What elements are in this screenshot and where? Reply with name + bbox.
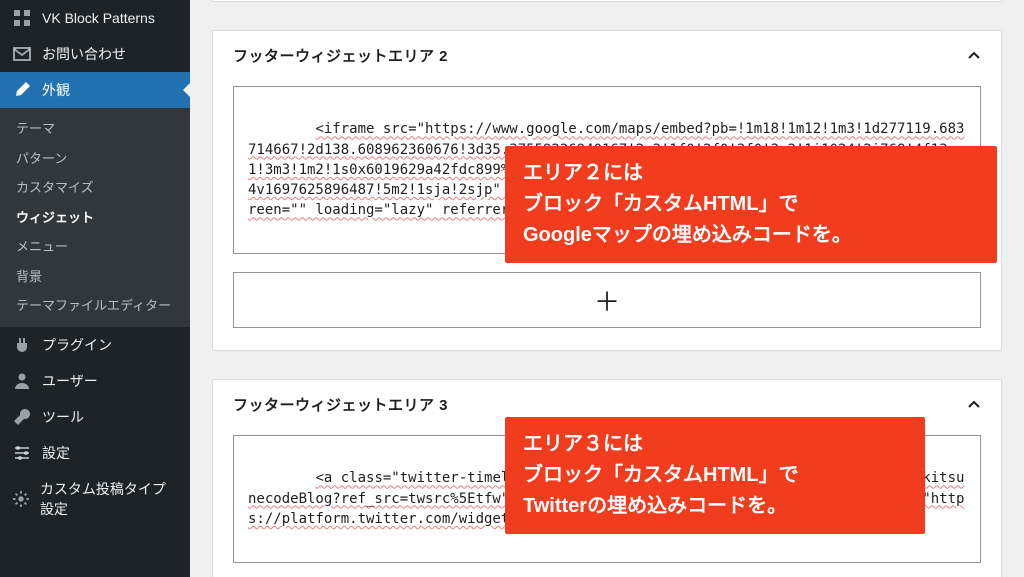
grid-icon bbox=[12, 8, 32, 28]
sliders-icon bbox=[12, 443, 32, 463]
chevron-up-icon bbox=[967, 49, 981, 63]
chevron-up-icon bbox=[967, 398, 981, 412]
user-icon bbox=[12, 371, 32, 391]
sidebar-item-cpt-settings[interactable]: カスタム投稿タイプ設定 bbox=[0, 471, 190, 527]
add-block-button[interactable]: ＋ bbox=[233, 272, 981, 328]
plug-icon bbox=[12, 335, 32, 355]
sidebar-item-users[interactable]: ユーザー bbox=[0, 363, 190, 399]
submenu-item-background[interactable]: 背景 bbox=[0, 262, 190, 292]
wrench-icon bbox=[12, 407, 32, 427]
sidebar-submenu-appearance: テーマ パターン カスタマイズ ウィジェット メニュー 背景 テーマファイルエデ… bbox=[0, 108, 190, 327]
sidebar-item-label: カスタム投稿タイプ設定 bbox=[40, 479, 178, 519]
panel-header[interactable]: フッターウィジェットエリア 2 bbox=[213, 31, 1001, 80]
sidebar-item-tools[interactable]: ツール bbox=[0, 399, 190, 435]
sidebar-item-label: 外観 bbox=[42, 80, 70, 100]
submenu-item-customize[interactable]: カスタマイズ bbox=[0, 173, 190, 203]
sidebar-item-label: プラグイン bbox=[42, 335, 112, 355]
submenu-item-themes[interactable]: テーマ bbox=[0, 114, 190, 144]
plus-icon: ＋ bbox=[594, 282, 620, 319]
sidebar-item-label: VK Block Patterns bbox=[42, 10, 155, 26]
submenu-item-menus[interactable]: メニュー bbox=[0, 232, 190, 262]
sidebar-item-plugins[interactable]: プラグイン bbox=[0, 327, 190, 363]
annotation-area3: エリア３には ブロック「カスタムHTML」で Twitterの埋め込みコードを。 bbox=[505, 417, 925, 534]
widget-area-panel-prev bbox=[212, 0, 1002, 2]
sidebar-item-label: お問い合わせ bbox=[42, 44, 126, 64]
annotation-area2: エリア２には ブロック「カスタムHTML」で Googleマップの埋め込みコード… bbox=[505, 146, 997, 263]
sidebar-item-label: ユーザー bbox=[42, 371, 98, 391]
sidebar-item-contact[interactable]: お問い合わせ bbox=[0, 36, 190, 72]
sidebar-item-vk-patterns[interactable]: VK Block Patterns bbox=[0, 0, 190, 36]
mail-icon bbox=[12, 44, 32, 64]
submenu-item-widgets[interactable]: ウィジェット bbox=[0, 203, 190, 233]
sidebar-item-label: ツール bbox=[42, 407, 84, 427]
submenu-item-theme-editor[interactable]: テーマファイルエディター bbox=[0, 291, 190, 321]
sidebar-item-appearance[interactable]: 外観 bbox=[0, 72, 190, 108]
panel-title: フッターウィジェットエリア 2 bbox=[233, 45, 448, 66]
admin-sidebar: VK Block Patterns お問い合わせ 外観 テーマ パターン カスタ… bbox=[0, 0, 190, 577]
panel-title: フッターウィジェットエリア 3 bbox=[233, 394, 448, 415]
sidebar-item-label: 設定 bbox=[42, 443, 70, 463]
gear-icon bbox=[12, 489, 30, 509]
submenu-item-patterns[interactable]: パターン bbox=[0, 144, 190, 174]
sidebar-item-settings[interactable]: 設定 bbox=[0, 435, 190, 471]
brush-icon bbox=[12, 80, 32, 100]
